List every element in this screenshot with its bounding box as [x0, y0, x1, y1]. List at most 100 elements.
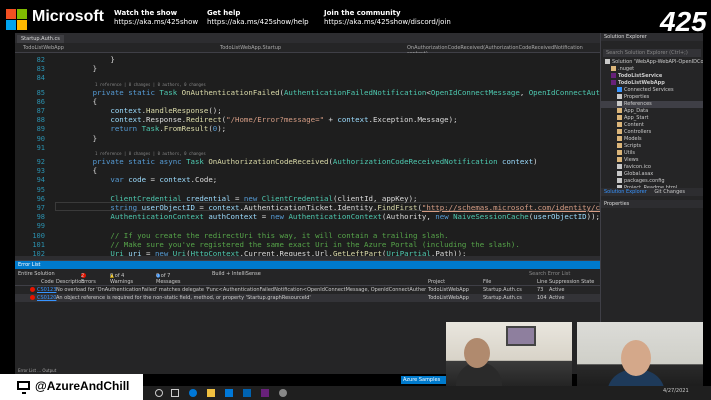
promo-title: Get help [207, 9, 241, 17]
nav-class-dropdown[interactable]: TodoListWebApp.Startup [220, 45, 281, 51]
solution-tree-item[interactable]: Connected Services [601, 87, 703, 94]
build-filter-dropdown[interactable]: Build + IntelliSense [212, 271, 261, 277]
tree-item-label: Scripts [624, 143, 642, 149]
tree-item-icon [617, 157, 622, 162]
visual-studio-icon[interactable] [261, 389, 269, 397]
code-line[interactable]: 102 Uri uri = new Uri(HttpContext.Curren… [15, 249, 600, 256]
monitor-icon [17, 381, 30, 394]
solution-tree-item[interactable]: TodoListService [601, 73, 703, 80]
col-description[interactable]: Description [56, 279, 84, 285]
tree-item-label: Content [624, 122, 644, 128]
error-row[interactable]: CS0120 An object reference is required f… [15, 294, 600, 302]
error-description: An object reference is required for the … [56, 295, 311, 301]
error-code[interactable]: CS0120 [37, 295, 56, 301]
windows-taskbar: 4/27/2021 [143, 386, 711, 400]
error-line: 73 [537, 287, 544, 293]
tree-item-label: App_Start [624, 115, 649, 121]
webcam-host-2 [577, 322, 703, 392]
code-text: Uri uri = new Uri(HttpContext.Current.Re… [110, 249, 467, 256]
tree-item-label: Controllers [624, 129, 652, 135]
scope-dropdown[interactable]: Entire Solution [18, 271, 55, 277]
error-project: TodoListWebApp [428, 287, 469, 293]
host-head [464, 338, 490, 368]
twitter-handle-badge: @AzureAndChill [0, 374, 143, 400]
solution-tree-item[interactable]: Solution 'WebApp-WebAPI-OpenIDCon [601, 59, 703, 66]
error-row[interactable]: CS0123 No overload for 'OnAuthentication… [15, 286, 600, 294]
solution-tree-item[interactable]: References [601, 101, 703, 108]
error-list-toolbar: Entire Solution 2 Errors ▲ 0 of 4 Warnin… [15, 269, 600, 285]
edge-icon[interactable] [189, 389, 197, 397]
promo-watch-show[interactable]: Watch the show https://aka.ms/425show [114, 9, 198, 27]
tree-item-icon [617, 178, 622, 183]
tree-item-icon [611, 73, 616, 78]
promo-url: https://aka.ms/425show/discord/join [324, 18, 451, 26]
code-editor[interactable]: 82 } 83 } 84 1 reference | 0 changes | 0 au… [15, 53, 600, 256]
col-line[interactable]: Line [537, 279, 547, 285]
file-explorer-icon[interactable] [207, 389, 215, 397]
error-line: 104 [537, 295, 547, 301]
settings-icon[interactable] [279, 389, 287, 397]
solution-tree-item[interactable]: Global.asax [601, 171, 703, 178]
tree-item-icon [605, 59, 610, 64]
tab-git-changes[interactable]: Git Changes [654, 189, 685, 195]
promo-title: Watch the show [114, 9, 178, 17]
tree-item-icon [617, 122, 622, 127]
solution-tree-item[interactable]: Properties [601, 94, 703, 101]
tree-item-icon [617, 136, 622, 141]
tree-item-icon [617, 115, 622, 120]
tree-item-label: App_Data [624, 108, 649, 114]
tree-item-label: References [624, 101, 652, 107]
solution-tree-item[interactable]: Models [601, 136, 703, 143]
error-icon [30, 287, 35, 292]
solution-tree-item[interactable]: App_Start [601, 115, 703, 122]
solution-tree-item[interactable]: Controllers [601, 129, 703, 136]
tree-item-icon [617, 150, 622, 155]
col-suppression[interactable]: Suppression State [549, 279, 594, 285]
file-tab-startup-auth[interactable]: Startup.Auth.cs [17, 35, 64, 43]
error-search-input[interactable]: Search Error List [529, 271, 570, 277]
solution-tree-item[interactable]: App_Data [601, 108, 703, 115]
top-banner: Microsoft Watch the show https://aka.ms/… [0, 0, 711, 37]
solution-tree-item[interactable]: Views [601, 157, 703, 164]
solution-search-input[interactable]: Search Solution Explorer (Ctrl+;) [603, 49, 701, 57]
solution-tabs: Solution Explorer Git Changes [601, 188, 703, 196]
promo-join-community[interactable]: Join the community https://aka.ms/425sho… [324, 9, 451, 27]
tree-item-icon [617, 129, 622, 134]
solution-tree-item[interactable]: Utils [601, 150, 703, 157]
tree-item-icon [617, 108, 622, 113]
solution-tree-item[interactable]: .nuget [601, 66, 703, 73]
col-code[interactable]: Code [41, 279, 54, 285]
solution-tree-item[interactable]: Content [601, 122, 703, 129]
col-file[interactable]: File [483, 279, 491, 285]
tree-item-icon [617, 94, 622, 99]
promo-get-help[interactable]: Get help https://aka.ms/425show/help [207, 9, 309, 27]
store-icon[interactable] [225, 389, 233, 397]
nav-project-dropdown[interactable]: TodoListWebApp [23, 45, 64, 51]
line-number: 91 [36, 143, 45, 152]
error-state: Active [549, 295, 565, 301]
task-view-icon[interactable] [171, 389, 179, 397]
col-project[interactable]: Project [428, 279, 445, 285]
solution-tree-item[interactable]: favicon.ico [601, 164, 703, 171]
tree-item-label: Models [624, 136, 642, 142]
azure-samples-badge: Azure Samples [401, 376, 446, 384]
properties-title: Properties [601, 200, 703, 208]
webcam-host-1 [446, 322, 572, 392]
brand-name: Microsoft [32, 8, 104, 25]
error-icon [30, 295, 35, 300]
tree-item-icon [611, 80, 616, 85]
search-icon[interactable] [155, 389, 163, 397]
error-code[interactable]: CS0123 [37, 287, 56, 293]
tab-solution-explorer[interactable]: Solution Explorer [604, 189, 647, 195]
promo-url: https://aka.ms/425show/help [207, 18, 309, 26]
line-number: 102 [32, 250, 45, 256]
mail-icon[interactable] [243, 389, 251, 397]
solution-tree-item[interactable]: packages.config [601, 178, 703, 185]
solution-tree-item[interactable]: TodoListWebApp [601, 80, 703, 87]
tree-item-label: TodoListWebApp [618, 80, 665, 86]
promo-title: Join the community [324, 9, 401, 17]
error-state: Active [549, 287, 565, 293]
solution-tree: Solution 'WebApp-WebAPI-OpenIDCon .nuget T… [601, 59, 703, 192]
host-head [621, 340, 651, 376]
solution-tree-item[interactable]: Scripts [601, 143, 703, 150]
